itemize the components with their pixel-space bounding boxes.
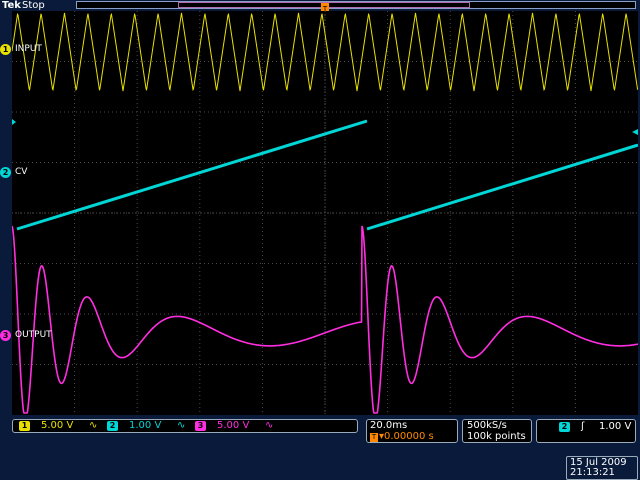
trigger-readout[interactable]: 2 ʃ 1.00 V (536, 419, 636, 443)
ch1-marker[interactable]: 1 (0, 44, 11, 55)
record-length: 100k points (467, 431, 526, 442)
waveform-display[interactable] (12, 11, 638, 415)
trigger-level-value: 1.00 V (599, 421, 632, 432)
ch3-label: OUTPUT (15, 330, 52, 340)
ch3-scale: 5.00 V (217, 420, 250, 431)
acquisition-state[interactable]: Stop (22, 0, 45, 11)
acquisition-readout[interactable]: 500kS/s 100k points (462, 419, 532, 443)
ch1-coupling-icon: ∿ (89, 420, 98, 431)
graticule (12, 11, 638, 415)
bottom-status-area: 1 5.00 V ∿ 2 1.00 V ∿ 3 5.00 V ∿ 20.0ms … (0, 416, 640, 480)
timebase-readout[interactable]: 20.0ms T ▾0.00000 s (366, 419, 458, 443)
ch2-offset-arrow-icon (12, 119, 16, 125)
ch3-marker[interactable]: 3 (0, 330, 11, 341)
ch2-coupling-icon: ∿ (177, 420, 186, 431)
ch2-scale: 1.00 V (129, 420, 162, 431)
trigger-offset-icon: T (370, 433, 378, 442)
ch2-label: CV (15, 167, 28, 177)
ch1-label: INPUT (15, 44, 42, 54)
trigger-slope-icon: ʃ (581, 421, 585, 432)
vertical-scale-readout[interactable]: 1 5.00 V ∿ 2 1.00 V ∿ 3 5.00 V ∿ (12, 419, 358, 433)
trigger-level-arrow-icon[interactable] (632, 129, 638, 135)
ch1-scale: 5.00 V (41, 420, 74, 431)
ch2-cv-trace-segment-2 (366, 143, 638, 231)
ch3-coupling-icon: ∿ (265, 420, 274, 431)
date-time-readout: 15 Jul 2009 21:13:21 (566, 456, 638, 480)
ch2-marker[interactable]: 2 (0, 167, 11, 178)
time: 21:13:21 (570, 467, 615, 478)
waveform-canvas (12, 11, 638, 415)
ch3-scale-badge: 3 (195, 421, 206, 431)
ch2-scale-badge: 2 (107, 421, 118, 431)
trigger-channel-badge: 2 (559, 422, 570, 432)
trigger-offset-value: ▾0.00000 s (379, 431, 434, 442)
ch1-scale-badge: 1 (19, 421, 30, 431)
brand-logo: Tek (2, 0, 21, 11)
